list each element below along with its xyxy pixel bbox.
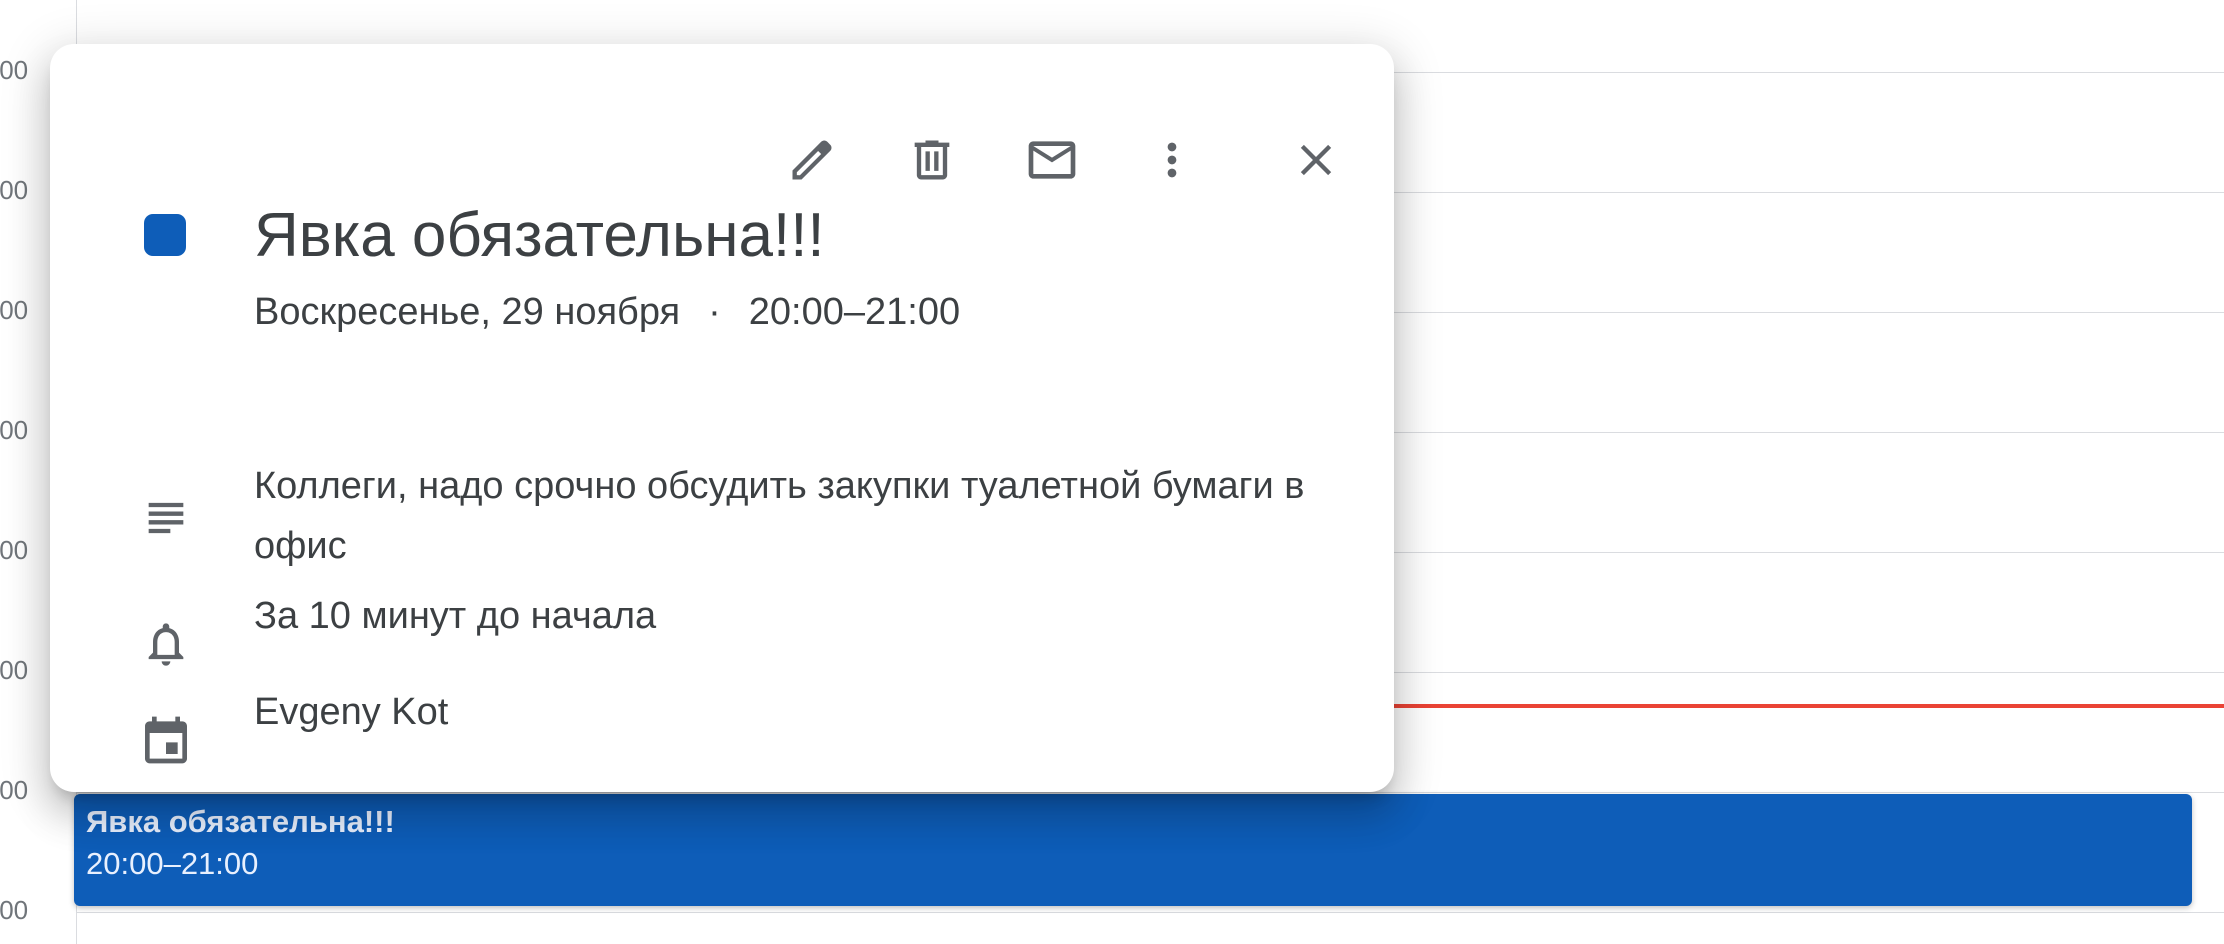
event-title: Явка обязательна!!! [254, 201, 825, 270]
delete-event-button[interactable] [892, 120, 972, 200]
event-reminder: За 10 минут до начала [254, 595, 657, 637]
event-date: Воскресенье, 29 ноября [254, 291, 681, 333]
event-description: Коллеги, надо срочно обсудить закупки ту… [254, 465, 1305, 567]
event-date-time: Воскресенье, 29 ноября · 20:00–21:00 [254, 288, 960, 336]
event-chip-time: 20:00–21:00 [86, 846, 259, 881]
trash-icon [914, 140, 950, 180]
close-icon [1300, 144, 1332, 176]
notes-icon [138, 490, 194, 546]
hour-gridline [76, 792, 2224, 793]
event-details-popup: Явка обязательна!!! Воскресенье, 29 нояб… [50, 44, 1394, 792]
edit-event-button[interactable] [772, 120, 852, 200]
email-guests-button[interactable] [1012, 120, 1092, 200]
bell-icon [148, 623, 184, 666]
event-color-indicator [144, 214, 186, 256]
time-label: :00 [0, 895, 29, 925]
time-label: :00 [0, 655, 29, 685]
current-time-indicator [1380, 704, 2224, 708]
more-vert-icon [1167, 142, 1177, 178]
date-time-separator: · [708, 291, 721, 333]
time-label: :00 [0, 295, 29, 325]
calendar-icon [145, 716, 187, 764]
event-chip[interactable]: Явка обязательна!!! 20:00–21:00 [74, 794, 2192, 906]
more-options-button[interactable] [1132, 120, 1212, 200]
hour-gridline [76, 912, 2224, 913]
bell-icon-wrap [138, 616, 194, 672]
calendar-view: :00 :00 :00 :00 :00 :00 :00 :00 Явка обя… [0, 0, 2224, 944]
time-label: :00 [0, 535, 29, 565]
event-chip-title: Явка обязательна!!! [86, 804, 395, 839]
time-label: :00 [0, 415, 29, 445]
subject-icon [148, 502, 184, 534]
mail-icon [1028, 141, 1076, 179]
event-calendar-owner: Evgeny Kot [254, 691, 449, 733]
time-label: :00 [0, 55, 29, 85]
close-popup-button[interactable] [1276, 120, 1356, 200]
time-label: :00 [0, 175, 29, 205]
calendar-icon-wrap [138, 712, 194, 768]
event-time-range: 20:00–21:00 [748, 291, 961, 333]
pencil-icon [792, 140, 832, 180]
time-label: :00 [0, 775, 29, 805]
